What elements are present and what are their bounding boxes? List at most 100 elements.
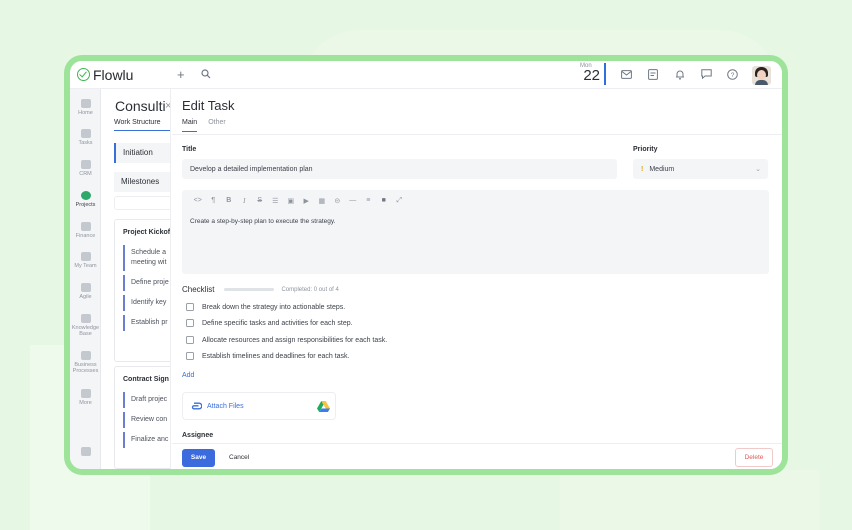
bell-icon[interactable] (675, 69, 685, 83)
mail-icon[interactable] (621, 70, 632, 82)
sidebar-item-more[interactable]: More (70, 389, 101, 406)
paragraph-icon[interactable]: ¶ (206, 197, 222, 205)
main-sidebar: Home Tasks CRM Projects Finance My Team … (70, 89, 101, 469)
title-input[interactable]: Develop a detailed implementation plan (182, 159, 617, 179)
checklist-item-text: Establish timelines and deadlines for ea… (202, 352, 350, 360)
video-icon[interactable]: ▶ (299, 197, 315, 205)
date-widget[interactable]: Mon 22 (580, 63, 606, 85)
sidebar-item-settings[interactable] (70, 447, 101, 458)
sidebar-item-agile[interactable]: Agile (70, 283, 101, 300)
milestone-card[interactable]: Project Kickof Schedule a meeting wit De… (114, 219, 171, 362)
task-tabs: Main Other (182, 119, 226, 132)
bottom-settings-icon (80, 447, 91, 456)
tasks-icon (80, 129, 91, 138)
checkbox[interactable] (186, 336, 194, 344)
search-icon[interactable] (201, 69, 211, 82)
checkbox[interactable] (186, 319, 194, 327)
checkbox[interactable] (186, 352, 194, 360)
task-item[interactable]: Finalize anc (123, 432, 170, 448)
horizontal-rule-icon[interactable]: — (345, 197, 361, 205)
list-icon[interactable]: ☰ (268, 197, 284, 205)
sidebar-item-label: More (79, 400, 92, 406)
notes-icon[interactable] (648, 69, 658, 83)
sidebar-item-crm[interactable]: CRM (70, 160, 101, 177)
table-icon[interactable]: ▦ (314, 197, 330, 205)
tab-other[interactable]: Other (208, 119, 226, 132)
project-panel-divider (114, 196, 170, 210)
checklist-item-text: Define specific tasks and activities for… (202, 319, 353, 327)
strikethrough-icon[interactable]: S (252, 197, 268, 205)
text-color-icon[interactable]: ■ (376, 197, 392, 205)
tabs-divider (172, 134, 782, 135)
user-avatar[interactable] (752, 66, 771, 85)
close-icon[interactable]: × (165, 100, 170, 112)
sidebar-item-label: Tasks (78, 140, 93, 146)
link-icon[interactable]: ⊝ (330, 197, 346, 205)
priority-select[interactable]: ! Medium ⌄ (633, 159, 768, 179)
checklist-item[interactable]: Establish timelines and deadlines for ea… (186, 352, 349, 360)
crm-icon (80, 160, 91, 169)
paperclip-icon (191, 402, 203, 412)
attach-files-button[interactable]: Attach Files (182, 392, 336, 420)
task-item[interactable]: Define proje (123, 275, 170, 291)
fullscreen-icon[interactable]: ⤢ (392, 197, 408, 205)
project-title: Consulti (115, 98, 166, 114)
save-button[interactable]: Save (182, 449, 215, 467)
sidebar-item-business-processes[interactable]: Business Processes (70, 351, 101, 374)
google-drive-icon[interactable] (317, 401, 330, 412)
sidebar-item-label: Agile (79, 294, 92, 300)
sidebar-item-label: My Team (74, 263, 97, 269)
edit-task-heading: Edit Task (182, 98, 235, 113)
checklist-item-text: Break down the strategy into actionable … (202, 303, 346, 311)
add-checklist-item-link[interactable]: Add (182, 372, 194, 379)
sidebar-item-tasks[interactable]: Tasks (70, 129, 101, 146)
description-editor[interactable]: <> ¶ B I S ☰ ▣ ▶ ▦ ⊝ — ≡ ■ ⤢ Create a st… (182, 190, 769, 274)
stage-initiation[interactable]: Initiation (114, 143, 170, 163)
sidebar-item-label: Home (78, 110, 93, 116)
checklist-item[interactable]: Allocate resources and assign responsibi… (186, 336, 387, 344)
project-panel: Consulti × Work Structure Initiation Mil… (101, 89, 171, 469)
italic-icon[interactable]: I (237, 197, 253, 205)
more-icon (80, 389, 91, 398)
milestone-card[interactable]: Contract Sign Draft projec Review con Fi… (114, 366, 170, 469)
cancel-button[interactable]: Cancel (229, 454, 249, 461)
align-icon[interactable]: ≡ (361, 197, 377, 205)
priority-indicator-icon: ! (641, 165, 644, 173)
sidebar-item-knowledge-base[interactable]: Knowledge Base (70, 314, 101, 337)
code-icon[interactable]: <> (190, 197, 206, 205)
chat-icon[interactable] (701, 69, 712, 82)
form-footer: Save Cancel Delete (172, 443, 782, 469)
business-processes-icon (80, 351, 91, 360)
background-shape (560, 470, 820, 530)
add-icon[interactable]: + (177, 67, 185, 82)
home-icon (80, 99, 91, 108)
sidebar-item-my-team[interactable]: My Team (70, 252, 101, 269)
finance-icon (80, 222, 91, 231)
sidebar-item-label: Business Processes (72, 362, 99, 374)
sidebar-item-finance[interactable]: Finance (70, 222, 101, 239)
milestone-title: Contract Sign (123, 376, 169, 383)
checkbox[interactable] (186, 303, 194, 311)
task-item[interactable]: Review con (123, 412, 170, 428)
description-text: Create a step-by-step plan to execute th… (190, 218, 336, 225)
task-item[interactable]: Establish pr (123, 315, 170, 331)
tab-work-structure[interactable]: Work Structure (114, 119, 170, 131)
task-item[interactable]: Draft projec (123, 392, 170, 408)
bold-icon[interactable]: B (221, 197, 237, 205)
flowlu-logo[interactable]: Flowlu (77, 67, 133, 83)
milestone-title: Project Kickof (123, 229, 171, 236)
task-item[interactable]: Identify key (123, 295, 170, 311)
date-day: 22 (583, 67, 600, 84)
sidebar-item-label: CRM (79, 171, 92, 177)
help-icon[interactable]: ? (727, 69, 738, 83)
checklist-item[interactable]: Define specific tasks and activities for… (186, 319, 353, 327)
milestones-block[interactable]: Milestones (114, 172, 170, 192)
sidebar-item-label: Finance (75, 233, 96, 239)
sidebar-item-projects[interactable]: Projects (70, 191, 101, 208)
tab-main[interactable]: Main (182, 119, 198, 132)
image-icon[interactable]: ▣ (283, 197, 299, 205)
checklist-item[interactable]: Break down the strategy into actionable … (186, 303, 345, 311)
sidebar-item-home[interactable]: Home (70, 99, 101, 116)
task-item[interactable]: Schedule a meeting wit (123, 245, 170, 271)
delete-button[interactable]: Delete (735, 448, 773, 467)
